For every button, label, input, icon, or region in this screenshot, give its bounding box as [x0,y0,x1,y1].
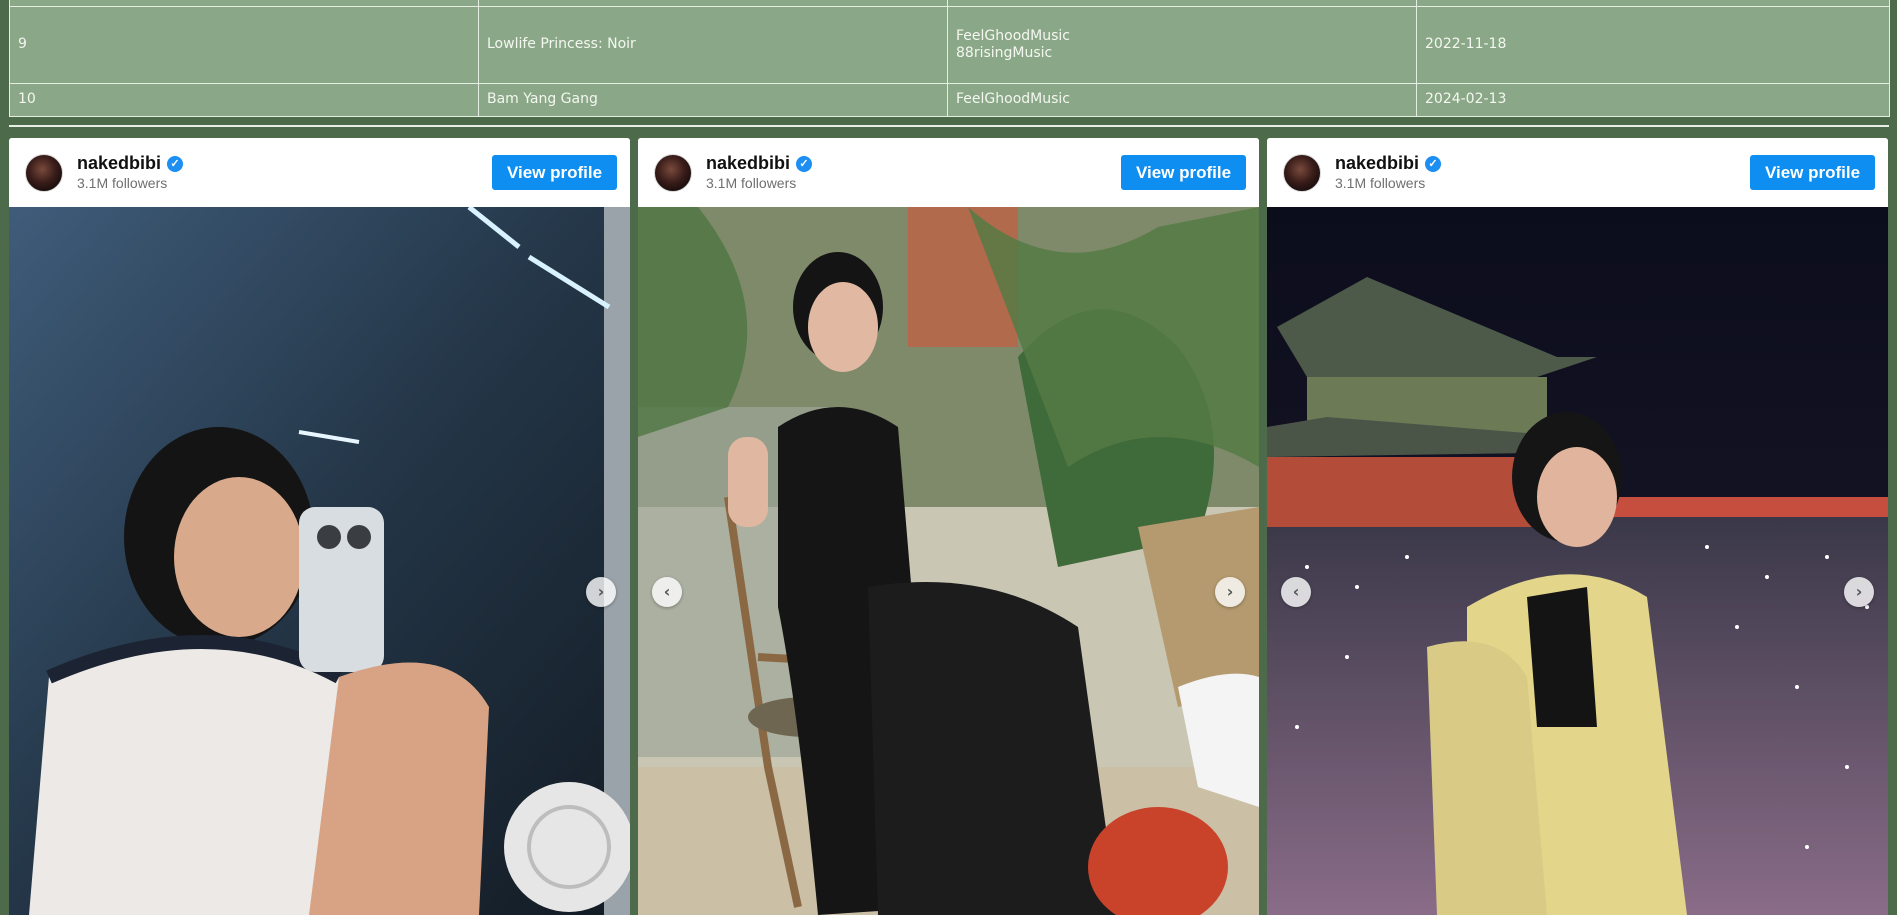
section-divider [9,125,1889,127]
avatar[interactable] [654,154,692,192]
username[interactable]: nakedbibi ✓ [77,153,184,174]
post-photo[interactable]: ‹ › [638,207,1259,915]
verified-badge-icon: ✓ [167,155,184,172]
view-profile-button[interactable]: View profile [492,155,617,190]
table-row: 10 Bam Yang Gang FeelGhoodMusic 2024-02-… [9,82,1890,117]
rank-cell: 10 [9,82,479,117]
chevron-left-icon[interactable]: ‹ [652,577,682,607]
follower-count: 3.1M followers [706,175,797,191]
artist-name: 88risingMusic [956,44,1053,61]
table-row: 9 Lowlife Princess: Noir FeelGhoodMusic … [9,5,1890,84]
post-header: nakedbibi ✓ 3.1M followers View profile [1267,138,1888,207]
chevron-left-icon[interactable]: ‹ [1281,577,1311,607]
post-header: nakedbibi ✓ 3.1M followers View profile [9,138,630,207]
instagram-post-card: nakedbibi ✓ 3.1M followers View profile [9,138,630,915]
view-profile-button[interactable]: View profile [1750,155,1875,190]
avatar[interactable] [1283,154,1321,192]
username[interactable]: nakedbibi ✓ [1335,153,1442,174]
chevron-right-icon[interactable]: › [1215,577,1245,607]
chevron-right-icon[interactable]: › [586,577,616,607]
post-header: nakedbibi ✓ 3.1M followers View profile [638,138,1259,207]
title-cell: Lowlife Princess: Noir [478,5,948,84]
photo-palace-night [1267,207,1888,915]
instagram-post-card: nakedbibi ✓ 3.1M followers View profile [638,138,1259,915]
photo-mirror-selfie [9,207,630,915]
username-text[interactable]: nakedbibi [77,153,161,174]
songs-table: 9 Lowlife Princess: Noir FeelGhoodMusic … [9,0,1890,117]
verified-badge-icon: ✓ [796,155,813,172]
rank-cell: 9 [9,5,479,84]
view-profile-button[interactable]: View profile [1121,155,1246,190]
artist-name: FeelGhoodMusic [956,91,1070,107]
photo-black-dress-chair [638,207,1259,915]
date-cell: 2022-11-18 [1416,5,1890,84]
verified-badge-icon: ✓ [1425,155,1442,172]
instagram-post-card: nakedbibi ✓ 3.1M followers View profile [1267,138,1888,915]
username[interactable]: nakedbibi ✓ [706,153,813,174]
title-cell: Bam Yang Gang [478,82,948,117]
avatar[interactable] [25,154,63,192]
chevron-right-icon[interactable]: › [1844,577,1874,607]
post-photo[interactable]: ‹ › [1267,207,1888,915]
follower-count: 3.1M followers [1335,175,1426,191]
artist-cell: FeelGhoodMusic 88risingMusic [947,5,1417,84]
date-cell: 2024-02-13 [1416,82,1890,117]
artist-cell: FeelGhoodMusic [947,82,1417,117]
post-photo[interactable]: › [9,207,630,915]
username-text[interactable]: nakedbibi [706,153,790,174]
username-text[interactable]: nakedbibi [1335,153,1419,174]
instagram-embeds: nakedbibi ✓ 3.1M followers View profile [9,138,1889,915]
follower-count: 3.1M followers [77,175,168,191]
artist-name: FeelGhoodMusic [956,27,1070,44]
